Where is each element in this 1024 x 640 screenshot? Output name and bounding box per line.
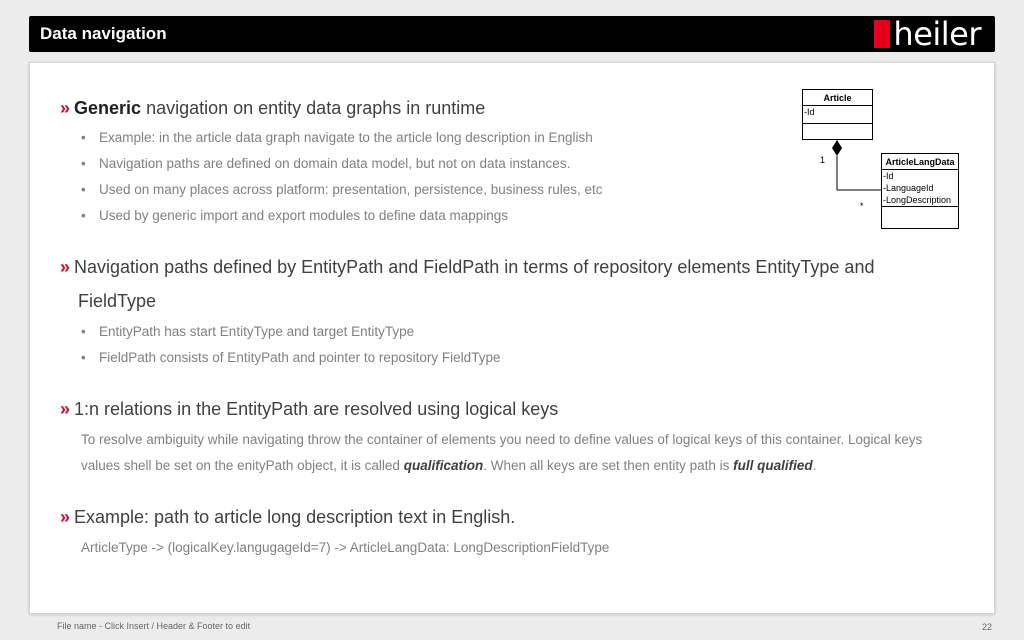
- footer-file-name: File name - Click Insert / Header & Foot…: [57, 621, 251, 631]
- heiler-logo: heiler: [874, 15, 981, 53]
- multiplicity-many: *: [860, 201, 864, 211]
- logo-text: heiler: [893, 15, 981, 53]
- slide-title: Data navigation: [40, 24, 167, 43]
- content-panel: » Generic navigation on entity data graph…: [29, 62, 995, 614]
- header-bar: Data navigation heiler: [29, 16, 995, 52]
- composition-diamond-icon: [832, 140, 842, 156]
- uml-class-articlelangdata: ArticleLangData -Id -LanguageId -LongDes…: [881, 153, 959, 229]
- uml-operations: [882, 207, 958, 221]
- logo-mark-icon: [874, 20, 891, 48]
- page-number: 22: [981, 622, 992, 632]
- uml-attribute: -Id: [883, 171, 894, 181]
- uml-attribute: -LanguageId: [883, 183, 934, 193]
- uml-association: [832, 140, 881, 191]
- multiplicity-one: 1: [820, 155, 826, 165]
- uml-attributes: -Id -LanguageId -LongDescription: [882, 170, 958, 207]
- uml-class-name: ArticleLangData: [882, 154, 958, 170]
- uml-attribute: -LongDescription: [883, 195, 952, 205]
